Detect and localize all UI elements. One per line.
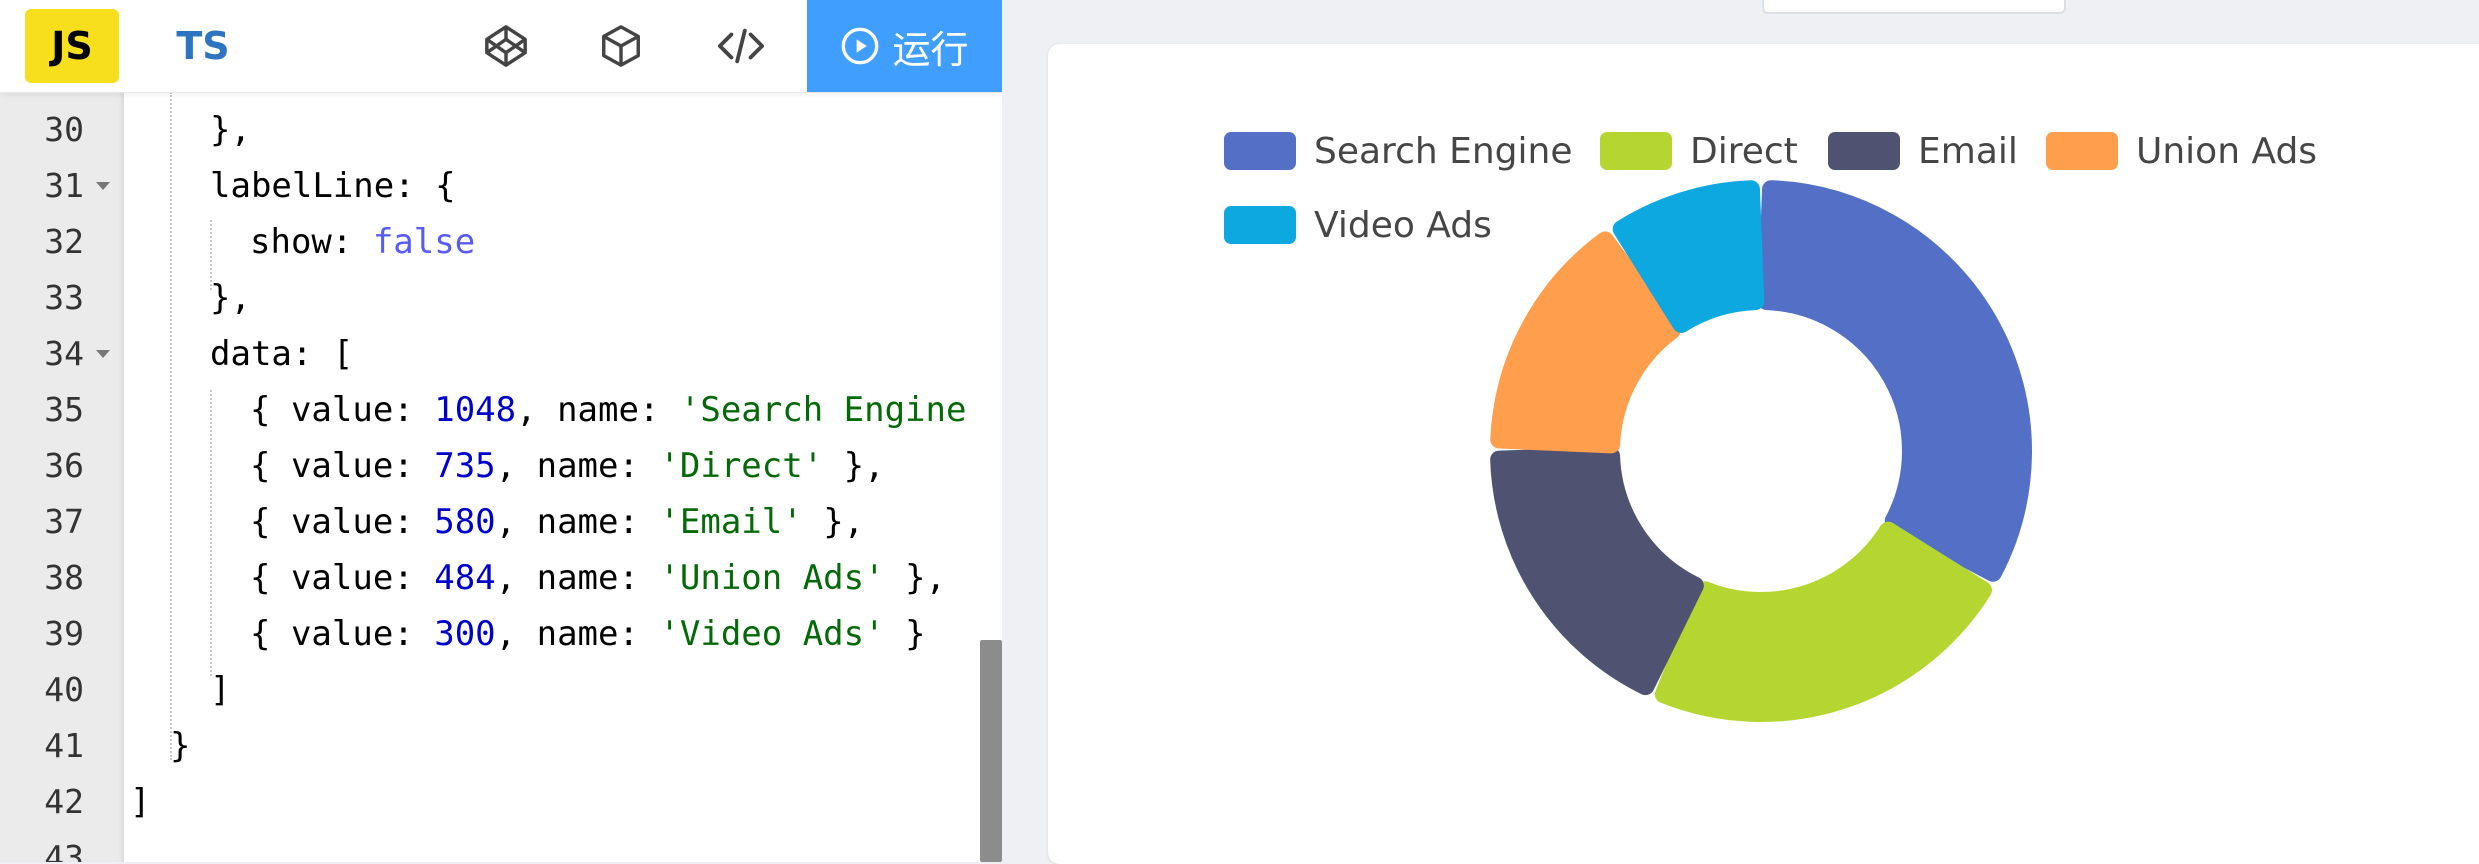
fold-arrow-icon[interactable] (96, 350, 110, 358)
legend-item[interactable]: Email (1828, 131, 2018, 172)
code-line: 36 { value: 735, name: 'Direct' }, (0, 438, 1002, 494)
codepen-button[interactable] (473, 16, 539, 76)
code-line: 37 { value: 580, name: 'Email' }, (0, 494, 1002, 550)
code-text: data: [ (210, 334, 354, 374)
fold-arrow-icon[interactable] (96, 182, 110, 190)
tab-ts[interactable]: TS (156, 9, 250, 83)
pie-slice[interactable] (1654, 521, 1992, 722)
legend-label: Direct (1690, 131, 1798, 172)
legend-item[interactable]: Union Ads (2046, 131, 2317, 172)
run-button[interactable]: 运行 (807, 0, 1002, 92)
line-number: 41 (44, 726, 84, 765)
code-text: { value: 484, name: 'Union Ads' }, (250, 558, 947, 598)
legend-label: Video Ads (1314, 205, 1492, 246)
code-text: ] (130, 782, 151, 822)
pie-slice[interactable] (1490, 446, 1704, 696)
legend-item[interactable]: Video Ads (1224, 205, 1492, 246)
code-text: }, (210, 278, 251, 318)
code-line: 33}, (0, 270, 1002, 326)
code-text: ] (210, 670, 231, 710)
legend-label: Email (1918, 131, 2018, 172)
legend-label: Search Engine (1314, 131, 1573, 172)
line-number: 36 (44, 446, 84, 485)
code-line: 41} (0, 718, 1002, 774)
code-text: { value: 580, name: 'Email' }, (250, 502, 865, 542)
preview-tab-stub[interactable] (1762, 0, 2066, 14)
codesandbox-button[interactable] (588, 16, 654, 76)
line-number: 42 (44, 782, 84, 821)
editor-toolbar: JS TS 运行 (0, 0, 1002, 93)
code-text: show: false (250, 222, 476, 262)
pie-slice[interactable] (1757, 180, 2032, 582)
line-number: 37 (44, 502, 84, 541)
run-button-label: 运行 (892, 27, 969, 72)
code-icon (718, 28, 764, 64)
tab-js[interactable]: JS (25, 9, 119, 83)
code-line: 32 show: false (0, 214, 1002, 270)
code-text: }, (210, 110, 251, 150)
code-text: { value: 1048, name: 'Search Engine (250, 390, 967, 430)
line-number: 38 (44, 558, 84, 597)
code-text: { value: 735, name: 'Direct' }, (250, 446, 885, 486)
code-line: 34 data: [ (0, 326, 1002, 382)
code-line: 42] (0, 774, 1002, 830)
code-text: labelLine: { (210, 166, 456, 206)
code-text: } (170, 726, 191, 766)
view-code-button[interactable] (708, 16, 774, 76)
legend-swatch (1224, 206, 1296, 244)
code-line: 40] (0, 662, 1002, 718)
legend-swatch (2046, 132, 2118, 170)
code-line: 39 { value: 300, name: 'Video Ads' } (0, 606, 1002, 662)
legend-item[interactable]: Search Engine (1224, 131, 1573, 172)
line-number: 34 (44, 334, 84, 373)
code-line: 31 labelLine: { (0, 158, 1002, 214)
legend-item[interactable]: Direct (1600, 131, 1798, 172)
code-line: 38 { value: 484, name: 'Union Ads' }, (0, 550, 1002, 606)
codepen-icon (485, 25, 527, 67)
chart-preview-card: Search Engine Direct Email Union Ads Video A… (1048, 44, 2479, 864)
code-line: 43 (0, 830, 1002, 862)
line-number: 43 (44, 838, 84, 862)
legend-swatch (1224, 132, 1296, 170)
editor-scrollbar[interactable] (980, 640, 1002, 862)
codesandbox-icon (602, 25, 640, 67)
line-number: 30 (44, 110, 84, 149)
line-number: 40 (44, 670, 84, 709)
line-number: 33 (44, 278, 84, 317)
line-number: 31 (44, 166, 84, 205)
doughnut-chart: Search Engine Direct Email Union Ads Video A… (1224, 131, 2317, 722)
line-number: 35 (44, 390, 84, 429)
code-line: 35 { value: 1048, name: 'Search Engine (0, 382, 1002, 438)
legend-label: Union Ads (2136, 131, 2317, 172)
chart-slices (1490, 180, 2032, 722)
legend-swatch (1600, 132, 1672, 170)
legend-swatch (1828, 132, 1900, 170)
play-circle-icon (842, 27, 879, 65)
code-editor-panel: JS TS 运行 30}, 31 labelLine: {32 show: … (0, 0, 1002, 862)
code-line: 30}, (0, 102, 1002, 158)
line-number: 32 (44, 222, 84, 261)
code-text: { value: 300, name: 'Video Ads' } (250, 614, 926, 654)
line-number: 39 (44, 614, 84, 653)
